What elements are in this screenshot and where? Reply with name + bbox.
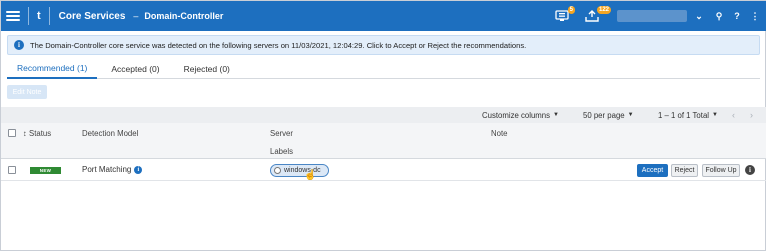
- per-page-label: 50 per page: [583, 110, 625, 120]
- chevron-down-icon: ▼: [627, 112, 634, 118]
- label-chip[interactable]: windows-dc: [270, 164, 329, 177]
- sort-icon[interactable]: ↕: [23, 129, 27, 138]
- app-title: Core Services: [58, 10, 126, 22]
- label-chip-dot: [274, 167, 281, 174]
- info-icon: i: [14, 40, 24, 50]
- customize-columns-button[interactable]: Customize columns ▼: [482, 107, 559, 123]
- follow-up-button[interactable]: Follow Up: [702, 164, 740, 177]
- user-menu[interactable]: [617, 10, 687, 22]
- menu-icon[interactable]: [6, 11, 20, 21]
- prev-page-icon[interactable]: ‹: [732, 107, 735, 123]
- help-icon[interactable]: ?: [729, 11, 745, 21]
- status-badge: NEW: [30, 167, 61, 174]
- page-title: Domain-Controller: [144, 11, 224, 21]
- downloads-badge: 122: [596, 6, 611, 14]
- tab-rejected[interactable]: Rejected (0): [174, 59, 240, 79]
- chevron-down-icon[interactable]: ⌄: [691, 11, 707, 22]
- divider: [48, 7, 50, 25]
- notifications-badge: 5: [567, 6, 575, 14]
- edit-note-button[interactable]: Edit Note: [7, 85, 47, 99]
- chevron-down-icon: ▼: [553, 112, 559, 118]
- divider: [28, 7, 29, 25]
- customize-columns-label: Customize columns: [482, 110, 551, 120]
- reject-button[interactable]: Reject: [671, 164, 698, 177]
- search-icon[interactable]: ⚲: [711, 11, 727, 22]
- tabs: Recommended (1) Accepted (0) Rejected (0…: [7, 59, 760, 79]
- header-server[interactable]: Server: [270, 129, 293, 138]
- app-frame: t Core Services – Domain-Controller 5 12…: [0, 0, 766, 251]
- detection-model-text: Port Matching: [82, 165, 132, 174]
- alert-icon[interactable]: 5: [551, 6, 575, 26]
- select-all-checkbox[interactable]: [8, 129, 16, 137]
- table-toolbar: Customize columns ▼ 50 per page ▼ 1 – 1 …: [1, 107, 766, 123]
- tab-recommended[interactable]: Recommended (1): [7, 59, 98, 79]
- tab-accepted[interactable]: Accepted (0): [101, 59, 169, 79]
- pointer-cursor-icon: ☝: [304, 170, 317, 181]
- info-icon[interactable]: i: [134, 165, 143, 174]
- app-logo-icon[interactable]: t: [37, 10, 41, 22]
- header-detection-model[interactable]: Detection Model: [82, 129, 138, 138]
- pagination-select[interactable]: 1 – 1 of 1 Total ▼: [658, 107, 718, 123]
- top-right-controls: 5 122 ⌄ ⚲ ? ⋮: [551, 1, 766, 31]
- header-status[interactable]: Status: [29, 129, 51, 138]
- per-page-select[interactable]: 50 per page ▼: [583, 107, 634, 123]
- upload-icon[interactable]: 122: [581, 6, 611, 26]
- next-page-icon[interactable]: ›: [750, 107, 753, 123]
- header-note[interactable]: Note: [491, 129, 507, 138]
- pagination-label: 1 – 1 of 1 Total: [658, 110, 710, 120]
- row-info-icon[interactable]: i: [745, 165, 755, 175]
- accept-button[interactable]: Accept: [637, 164, 668, 177]
- detection-model-cell: Port Matching i: [82, 165, 143, 174]
- table-header: ↕ Status Detection Model Server Labels N…: [1, 123, 766, 159]
- info-banner: i The Domain-Controller core service was…: [7, 35, 760, 55]
- chevron-down-icon: ▼: [712, 112, 718, 118]
- row-checkbox[interactable]: [8, 166, 16, 174]
- more-icon[interactable]: ⋮: [747, 11, 763, 22]
- table-row: NEW Port Matching i windows-dc ☝ Accept …: [1, 159, 766, 181]
- alert-icon-glyph: [555, 10, 569, 21]
- top-bar: t Core Services – Domain-Controller 5 12…: [1, 1, 766, 31]
- banner-text: The Domain-Controller core service was d…: [30, 40, 527, 50]
- title-separator: –: [133, 11, 139, 21]
- header-labels[interactable]: Labels: [270, 147, 293, 156]
